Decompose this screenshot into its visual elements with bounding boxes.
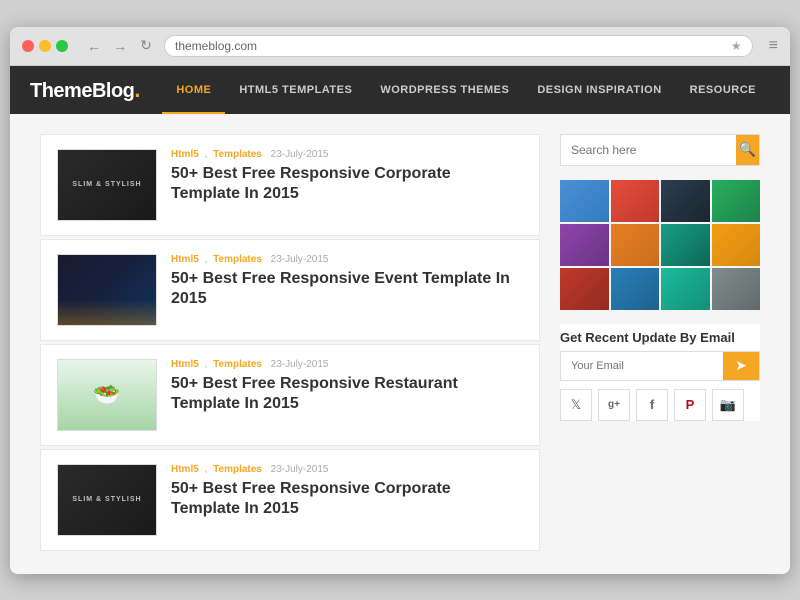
grid-item — [560, 268, 609, 310]
site-nav: HOME HTML5 TEMPLATES WORDPRESS THEMES DE… — [162, 66, 770, 114]
post-subcategory: Templates — [213, 149, 262, 160]
post-category: Html5 — [171, 359, 199, 370]
nav-design[interactable]: DESIGN INSPIRATION — [523, 66, 675, 114]
posts-column: SLIM & STYLISH Html5 , Templates 23-July… — [40, 134, 540, 554]
facebook-button[interactable]: f — [636, 389, 668, 421]
post-meta: Html5 , Templates 23-July-2015 — [171, 254, 523, 265]
grid-item — [712, 180, 761, 222]
site-logo: ThemeBlog. — [30, 77, 140, 103]
google-plus-button[interactable]: g+ — [598, 389, 630, 421]
browser-titlebar: ← → ↻ themeblog.com ★ ≡ — [10, 27, 790, 66]
grid-item — [712, 224, 761, 266]
site-wrapper: ThemeBlog. HOME HTML5 TEMPLATES WORDPRES… — [10, 66, 790, 574]
site-header: ThemeBlog. HOME HTML5 TEMPLATES WORDPRES… — [10, 66, 790, 114]
post-card: SLIM & STYLISH Html5 , Templates 23-July… — [40, 134, 540, 236]
post-subcategory: Templates — [213, 464, 262, 475]
search-input[interactable] — [561, 135, 736, 165]
grid-item — [611, 180, 660, 222]
twitter-button[interactable]: 𝕏 — [560, 389, 592, 421]
pinterest-button[interactable]: P — [674, 389, 706, 421]
post-category: Html5 — [171, 254, 199, 265]
nav-html5[interactable]: HTML5 TEMPLATES — [225, 66, 366, 114]
post-card: SLIM & STYLISH Html5 , Templates 23-July… — [40, 449, 540, 551]
post-title[interactable]: 50+ Best Free Responsive Event Template … — [171, 269, 523, 311]
post-title[interactable]: 50+ Best Free Responsive Restaurant Temp… — [171, 374, 523, 416]
browser-window: ← → ↻ themeblog.com ★ ≡ ThemeBlog. HOME … — [10, 27, 790, 574]
post-category: Html5 — [171, 464, 199, 475]
nav-resource[interactable]: RESOURCE — [676, 66, 770, 114]
traffic-lights — [22, 40, 68, 52]
back-button[interactable]: ← — [84, 36, 104, 56]
post-subcategory: Templates — [213, 254, 262, 265]
grid-item — [661, 268, 710, 310]
bookmark-icon: ★ — [731, 39, 742, 53]
post-meta: Html5 , Templates 23-July-2015 — [171, 359, 523, 370]
post-info: Html5 , Templates 23-July-2015 50+ Best … — [171, 254, 523, 311]
grid-item — [661, 180, 710, 222]
social-row: 𝕏 g+ f P 📷 — [560, 389, 760, 421]
post-meta: Html5 , Templates 23-July-2015 — [171, 464, 523, 475]
grid-item — [661, 224, 710, 266]
minimize-button[interactable] — [39, 40, 51, 52]
nav-home[interactable]: HOME — [162, 66, 225, 114]
post-thumbnail — [57, 254, 157, 326]
nav-wordpress[interactable]: WORDPRESS THEMES — [366, 66, 523, 114]
email-submit-button[interactable]: ➤ — [723, 352, 759, 380]
post-date: 23-July-2015 — [271, 359, 329, 370]
post-thumbnail: 🥗 — [57, 359, 157, 431]
email-input[interactable] — [561, 352, 723, 380]
instagram-button[interactable]: 📷 — [712, 389, 744, 421]
post-title[interactable]: 50+ Best Free Responsive Corporate Templ… — [171, 164, 523, 206]
menu-icon[interactable]: ≡ — [769, 37, 778, 55]
sidebar-grid — [560, 180, 760, 310]
search-button[interactable]: 🔍 — [736, 135, 759, 165]
post-card: 🥗 Html5 , Templates 23-July-2015 50+ Bes… — [40, 344, 540, 446]
maximize-button[interactable] — [56, 40, 68, 52]
email-form: ➤ — [560, 351, 760, 381]
sidebar: 🔍 — [560, 134, 760, 554]
post-category: Html5 — [171, 149, 199, 160]
post-thumbnail: SLIM & STYLISH — [57, 149, 157, 221]
post-card: Html5 , Templates 23-July-2015 50+ Best … — [40, 239, 540, 341]
post-info: Html5 , Templates 23-July-2015 50+ Best … — [171, 149, 523, 206]
post-info: Html5 , Templates 23-July-2015 50+ Best … — [171, 464, 523, 521]
site-content: SLIM & STYLISH Html5 , Templates 23-July… — [20, 114, 780, 574]
address-text: themeblog.com — [175, 39, 257, 53]
email-widget-title: Get Recent Update By Email — [560, 324, 760, 351]
address-bar[interactable]: themeblog.com ★ — [164, 35, 753, 57]
post-thumbnail: SLIM & STYLISH — [57, 464, 157, 536]
forward-button[interactable]: → — [110, 36, 130, 56]
post-subcategory: Templates — [213, 359, 262, 370]
close-button[interactable] — [22, 40, 34, 52]
grid-item — [611, 268, 660, 310]
email-widget: Get Recent Update By Email ➤ 𝕏 g+ f P 📷 — [560, 324, 760, 421]
post-meta: Html5 , Templates 23-July-2015 — [171, 149, 523, 160]
refresh-button[interactable]: ↻ — [136, 36, 156, 56]
search-widget: 🔍 — [560, 134, 760, 166]
grid-item — [560, 224, 609, 266]
grid-item — [560, 180, 609, 222]
post-date: 23-July-2015 — [271, 149, 329, 160]
grid-item — [712, 268, 761, 310]
browser-nav: ← → ↻ — [84, 36, 156, 56]
post-date: 23-July-2015 — [271, 464, 329, 475]
post-title[interactable]: 50+ Best Free Responsive Corporate Templ… — [171, 479, 523, 521]
post-info: Html5 , Templates 23-July-2015 50+ Best … — [171, 359, 523, 416]
post-date: 23-July-2015 — [271, 254, 329, 265]
grid-item — [611, 224, 660, 266]
